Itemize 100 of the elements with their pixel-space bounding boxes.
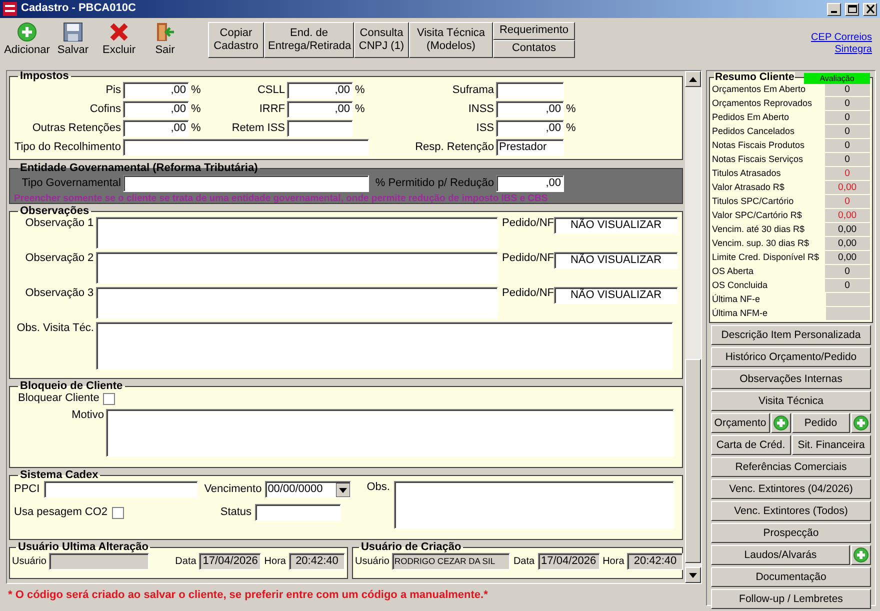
add-tool-button[interactable]: Adicionar xyxy=(4,22,50,58)
summary-label: Orçamentos Reprovados xyxy=(712,98,814,108)
add-button[interactable] xyxy=(851,413,871,433)
summary-label: Última NFM-e xyxy=(712,308,768,318)
input-field[interactable]: ,00 xyxy=(123,120,189,137)
scrollbar-thumb[interactable] xyxy=(685,359,701,563)
input-field[interactable]: 17/04/2026 xyxy=(199,553,262,570)
save-tool-button[interactable]: Salvar xyxy=(50,22,96,58)
scrollbar[interactable] xyxy=(685,71,701,583)
input-field[interactable]: NÃO VISUALIZAR xyxy=(554,217,678,234)
toolbar-button[interactable]: Requerimento xyxy=(493,22,575,40)
summary-value-field xyxy=(826,292,870,306)
summary-value: 0,00 xyxy=(824,180,870,194)
field-label: Pedido/NF xyxy=(502,252,554,266)
side-button[interactable]: Referências Comerciais xyxy=(711,457,871,477)
input-field[interactable]: RODRIGO CEZAR DA SIL xyxy=(392,553,510,570)
side-button[interactable]: Sit. Financeira xyxy=(792,435,871,455)
unit-label: % xyxy=(191,84,202,98)
checkbox[interactable] xyxy=(103,392,116,405)
text-area[interactable] xyxy=(96,322,673,370)
text-area[interactable] xyxy=(394,481,674,529)
input-field[interactable]: 17/04/2026 xyxy=(538,553,600,570)
input-field[interactable] xyxy=(254,504,341,521)
side-button[interactable]: Orçamento xyxy=(711,413,770,433)
toolbar-button[interactable]: End. de Entrega/Retirada xyxy=(264,22,354,58)
close-button[interactable] xyxy=(863,2,877,16)
side-button[interactable]: Venc. Extintores (Todos) xyxy=(711,501,871,521)
text-area[interactable] xyxy=(96,287,498,319)
summary-label: Vencim. sup. 30 dias R$ xyxy=(712,238,810,248)
scroll-down-button[interactable] xyxy=(685,567,701,583)
input-field[interactable]: 20:42:40 xyxy=(627,553,684,570)
side-button[interactable]: Laudos/Alvarás xyxy=(711,545,850,565)
summary-value: 0,00 xyxy=(824,250,870,264)
input-field[interactable] xyxy=(123,175,369,192)
input-field[interactable]: Prestador xyxy=(496,139,564,156)
checkbox[interactable] xyxy=(112,506,124,518)
side-button[interactable]: Documentação xyxy=(711,567,871,587)
summary-value: 0 xyxy=(824,110,870,124)
summary-value: 0 xyxy=(824,138,870,152)
input-field[interactable] xyxy=(287,120,353,137)
add-button[interactable] xyxy=(770,413,790,433)
text-area[interactable] xyxy=(96,252,498,284)
toolbar-button[interactable]: Contatos xyxy=(493,40,575,58)
toolbar-button[interactable]: Visita Técnica (Modelos) xyxy=(409,22,493,58)
app-icon xyxy=(3,2,17,16)
text-area[interactable] xyxy=(96,217,498,249)
field-label: Pedido/NF xyxy=(502,217,554,230)
window-title: Cadastro - PBCA010C xyxy=(21,2,136,16)
toolbar-button[interactable]: Consulta CNPJ (1) xyxy=(354,22,409,58)
maximize-button[interactable] xyxy=(845,2,859,16)
input-field[interactable]: NÃO VISUALIZAR xyxy=(554,287,678,304)
section-title: Impostos xyxy=(19,71,70,82)
input-field[interactable]: ,00 xyxy=(123,101,189,118)
side-button[interactable]: Prospecção xyxy=(711,523,871,543)
delete-tool-button[interactable]: Excluir xyxy=(96,22,142,58)
input-field[interactable]: ,00 xyxy=(123,82,189,99)
field-label: Usuário xyxy=(354,556,390,568)
field-label: IRRF xyxy=(258,102,285,116)
input-field[interactable] xyxy=(44,481,198,498)
side-button[interactable]: Observações Internas xyxy=(711,369,871,389)
unit-label: % xyxy=(566,122,577,136)
side-button[interactable]: Pedido xyxy=(792,413,850,433)
text-area[interactable] xyxy=(106,409,674,458)
exit-door-icon xyxy=(155,22,175,42)
input-field[interactable]: ,00 xyxy=(496,120,564,137)
input-field[interactable]: ,00 xyxy=(496,101,564,118)
input-field[interactable]: ,00 xyxy=(287,101,353,118)
summary-value: 0 xyxy=(824,278,870,292)
side-button[interactable]: Follow-up / Lembretes xyxy=(711,589,871,609)
date-dropdown[interactable]: 00/00/0000 xyxy=(264,481,351,498)
side-button[interactable]: Descrição Item Personalizada xyxy=(711,325,871,345)
side-button[interactable]: Histórico Orçamento/Pedido xyxy=(711,347,871,367)
summary-label: Notas Fiscais Produtos xyxy=(712,140,806,150)
input-field[interactable] xyxy=(49,553,150,570)
exit-tool-button[interactable]: Sair xyxy=(142,22,188,58)
input-field[interactable]: NÃO VISUALIZAR xyxy=(554,252,678,269)
field-label: Data xyxy=(513,556,535,568)
summary-label: Notas Fiscais Serviços xyxy=(712,154,804,164)
input-field[interactable]: 20:42:40 xyxy=(288,553,345,570)
scroll-up-button[interactable] xyxy=(685,71,701,87)
dropdown-arrow-icon[interactable] xyxy=(336,482,350,496)
input-field[interactable] xyxy=(496,82,564,99)
section-title: Bloqueio de Cliente xyxy=(19,381,124,392)
side-button[interactable]: Venc. Extintores (04/2026) xyxy=(711,479,871,499)
side-button[interactable]: Visita Técnica xyxy=(711,391,871,411)
summary-label: Titulos Atrasados xyxy=(712,168,782,178)
side-button[interactable]: Carta de Créd. xyxy=(711,435,790,455)
summary-value: 0 xyxy=(824,96,870,110)
toolbar-button[interactable]: Copiar Cadastro xyxy=(208,22,264,58)
link[interactable]: CEP Correios xyxy=(811,32,872,44)
add-icon xyxy=(853,547,869,563)
add-button[interactable] xyxy=(851,545,871,565)
summary-label: Última NF-e xyxy=(712,294,762,304)
field-label: Observação 1 xyxy=(24,217,94,230)
minimize-button[interactable] xyxy=(827,2,841,16)
field-label: CSLL xyxy=(256,84,285,98)
input-field[interactable]: ,00 xyxy=(496,175,564,192)
input-field[interactable]: ,00 xyxy=(287,82,353,99)
input-field[interactable] xyxy=(123,139,369,156)
link[interactable]: Sintegra xyxy=(834,44,872,56)
